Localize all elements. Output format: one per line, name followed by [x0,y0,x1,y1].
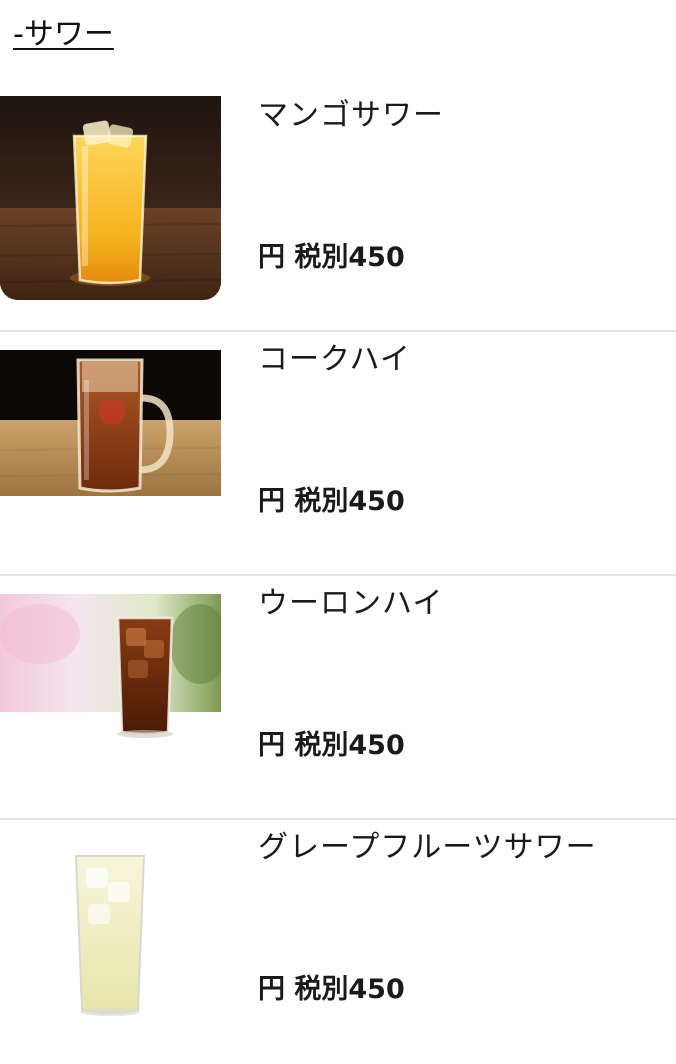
menu-item-price: 円 税別450 [258,486,405,517]
menu-list: マンゴサワー 円 税別450 コークハイ 円 税別450 ウーロンハイ 円 税別… [0,88,676,1064]
section-title: -サワー [13,17,114,52]
grapefruit-sour-glass-photo [0,848,221,1016]
menu-item-price: 円 税別450 [258,974,405,1005]
menu-item-oolong-high[interactable]: ウーロンハイ 円 税別450 [0,576,676,820]
coke-highball-mug-photo [0,350,221,496]
menu-item-grapefruit-sour[interactable]: グレープフルーツサワー 円 税別450 [0,820,676,1064]
oolong-highball-glass-photo [0,594,221,740]
mango-sour-glass-photo [0,96,221,300]
menu-item-name: コークハイ [258,342,411,377]
menu-item-name: マンゴサワー [258,98,444,133]
menu-item-price: 円 税別450 [258,730,405,761]
menu-item-coke-high[interactable]: コークハイ 円 税別450 [0,332,676,576]
menu-item-name: グレープフルーツサワー [258,830,597,865]
menu-item-name: ウーロンハイ [258,586,444,621]
menu-item-mango-sour[interactable]: マンゴサワー 円 税別450 [0,88,676,332]
menu-item-price: 円 税別450 [258,242,405,273]
